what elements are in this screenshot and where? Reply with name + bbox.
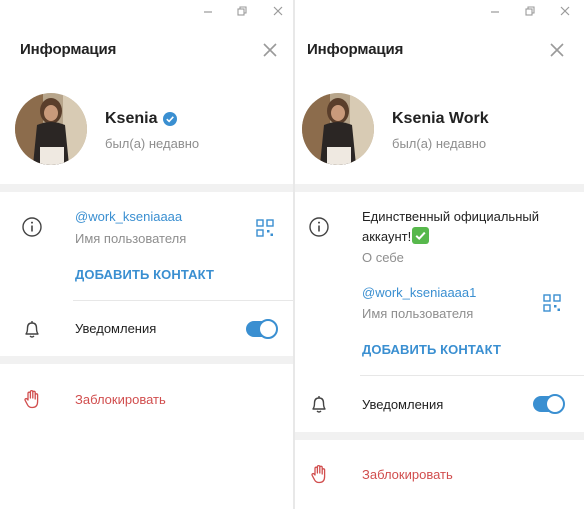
left-window: Информация Ksenia был(а) недавно @work_k… (0, 0, 293, 509)
bio-line-2-text: аккаунт! (362, 229, 412, 244)
avatar[interactable] (15, 93, 87, 165)
panel-title: Информация (307, 41, 404, 58)
profile-name: Ksenia (105, 110, 178, 128)
bell-icon (21, 318, 43, 340)
username-link[interactable]: @work_kseniaaaa1 (362, 285, 476, 300)
profile-name: Ksenia Work (392, 110, 489, 128)
block-button[interactable]: Заблокировать (362, 467, 453, 482)
restore-icon[interactable] (522, 3, 538, 19)
username-link[interactable]: @work_kseniaaaa (75, 209, 182, 224)
divider (360, 375, 584, 376)
notifications-label: Уведомления (75, 321, 157, 336)
block-card: Заблокировать (0, 364, 293, 509)
bio-caption: О себе (362, 250, 404, 265)
bell-icon (308, 393, 330, 415)
last-seen-status: был(а) недавно (392, 136, 487, 151)
info-card: Единственный официальный аккаунт! О себе… (295, 192, 584, 432)
add-contact-button[interactable]: ДОБАВИТЬ КОНТАКТ (362, 342, 501, 357)
divider (73, 300, 293, 301)
qr-code-icon[interactable] (543, 294, 561, 312)
notifications-label: Уведомления (362, 397, 444, 412)
hand-stop-icon (308, 463, 330, 485)
minimize-icon[interactable] (200, 3, 216, 19)
profile-name-text: Ksenia Work (392, 110, 489, 127)
profile-name-text: Ksenia (105, 110, 158, 127)
restore-icon[interactable] (234, 3, 250, 19)
bio-line-2: аккаунт! (362, 227, 539, 247)
title-bar (295, 0, 584, 22)
profile-card: Информация Ksenia был(а) недавно (0, 22, 293, 184)
info-icon (308, 216, 330, 238)
check-mark-emoji (412, 227, 430, 244)
block-card: Заблокировать (295, 440, 584, 509)
title-bar (0, 0, 293, 22)
avatar[interactable] (302, 93, 374, 165)
info-icon (21, 216, 43, 238)
panel-title: Информация (20, 41, 117, 58)
username-caption: Имя пользователя (75, 231, 187, 246)
close-icon[interactable] (549, 42, 565, 58)
info-card: @work_kseniaaaa Имя пользователя ДОБАВИТ… (0, 192, 293, 356)
close-window-icon[interactable] (557, 3, 573, 19)
profile-card: Информация Ksenia Work был(а) недавно (295, 22, 584, 184)
close-window-icon[interactable] (270, 3, 286, 19)
add-contact-button[interactable]: ДОБАВИТЬ КОНТАКТ (75, 267, 214, 282)
notifications-toggle[interactable] (246, 319, 278, 339)
bio-text: Единственный официальный аккаунт! (362, 207, 539, 247)
last-seen-status: был(а) недавно (105, 136, 200, 151)
hand-stop-icon (21, 388, 43, 410)
right-window: Информация Ksenia Work был(а) недавно Ед… (295, 0, 584, 509)
close-icon[interactable] (262, 42, 278, 58)
qr-code-icon[interactable] (256, 219, 274, 237)
verified-badge-icon (163, 112, 178, 126)
username-caption: Имя пользователя (362, 306, 474, 321)
block-button[interactable]: Заблокировать (75, 392, 166, 407)
minimize-icon[interactable] (487, 3, 503, 19)
notifications-toggle[interactable] (533, 394, 565, 414)
bio-line-1: Единственный официальный (362, 209, 539, 224)
